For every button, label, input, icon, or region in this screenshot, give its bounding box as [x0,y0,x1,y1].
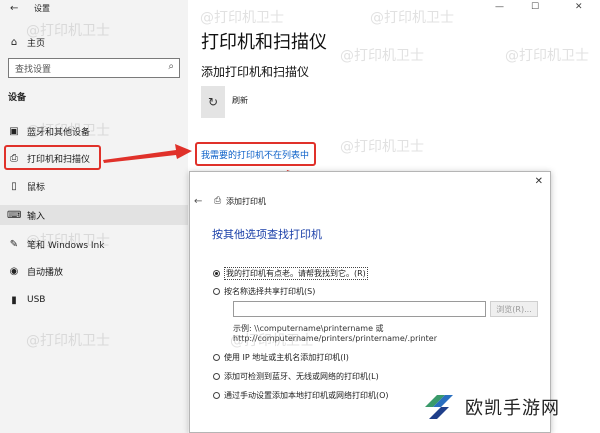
dialog-close-button[interactable]: ✕ [535,176,543,187]
sidebar-item-label: 自动播放 [27,267,64,278]
settings-search-input[interactable]: 查找设置 ⌕ [8,58,180,78]
refresh-label: 刷新 [232,96,248,105]
radio-selected[interactable] [213,270,220,277]
option-manual-local[interactable]: 通过手动设置添加本地打印机或网络打印机(O) [213,390,389,401]
option-wireless-network[interactable]: 添加可检测到蓝牙、无线或网络的打印机(L) [213,371,379,382]
mouse-icon: ▯ [11,180,17,192]
sidebar-item-label: 鼠标 [27,182,46,193]
radio[interactable] [213,354,220,361]
brand-text: 欧凯手游网 [465,398,560,419]
watermark: @打印机卫士 [26,23,110,39]
dialog-back-icon[interactable]: ← [194,196,202,207]
sidebar-item-label: USB [27,295,46,305]
watermark: @打印机卫士 [26,233,110,249]
browse-button[interactable]: 浏览(R)... [490,301,538,317]
window-title: 设置 [34,4,50,13]
back-arrow-icon[interactable]: ← [10,3,18,14]
watermark: @打印机卫士 [340,48,424,64]
page-subtitle: 添加打印机和扫描仪 [201,65,310,79]
watermark: @打印机卫士 [26,123,110,139]
sidebar-item-input[interactable]: ⌨ 输入 [0,205,188,225]
option-ip-address[interactable]: 使用 IP 地址或主机名添加打印机(I) [213,352,349,363]
search-placeholder: 查找设置 [15,65,52,75]
radio[interactable] [213,373,220,380]
radio[interactable] [213,288,220,295]
home-icon: ⌂ [10,36,18,48]
watermark: @打印机卫士 [200,10,284,26]
refresh-icon: ↻ [207,95,219,109]
option-label: 使用 IP 地址或主机名添加打印机(I) [224,353,349,362]
printer-icon: ⎙ [214,196,222,206]
watermark: @打印机卫士 [26,333,110,349]
sidebar-item-usb[interactable]: ▮ USB [0,290,188,310]
dialog-heading: 按其他选项查找打印机 [212,228,322,241]
printer-not-listed-link[interactable]: 我需要的打印机不在列表中 [201,148,309,161]
page-title: 打印机和扫描仪 [201,32,327,53]
watermark: @打印机卫士 [230,333,314,349]
dialog-title: 添加打印机 [226,197,266,206]
sidebar-item-autoplay[interactable]: ◉ 自动播放 [0,261,188,281]
watermark: @打印机卫士 [340,139,424,155]
refresh-button[interactable]: ↻ [201,86,225,118]
close-window-button[interactable]: ✕ [575,2,583,12]
watermark: @打印机卫士 [370,10,454,26]
sidebar-item-label: 输入 [27,211,46,222]
sidebar-item-mouse[interactable]: ▯ 鼠标 [0,176,188,196]
option-old-printer[interactable]: 我的打印机有点老。请帮我找到它。(R) [213,267,368,280]
window-title-bar: ← 设置 [0,0,188,16]
radio[interactable] [213,392,220,399]
section-heading-devices: 设备 [8,93,27,103]
watermark: @打印机卫士 [505,48,589,64]
keyboard-icon: ⌨ [7,209,22,221]
settings-sidebar: ← 设置 ⌂ 主页 查找设置 ⌕ 设备 ▣ 蓝牙和其他设备 ⎙ 打印机和扫描仪 … [0,0,188,433]
maximize-button[interactable]: ☐ [531,2,539,12]
option-shared-by-name[interactable]: 按名称选择共享打印机(S) [213,286,315,297]
option-label: 我的打印机有点老。请帮我找到它。(R) [224,267,368,280]
bluetooth-icon: ▣ [9,125,19,137]
minimize-button[interactable]: — [495,2,504,12]
search-icon[interactable]: ⌕ [168,61,174,72]
option-label: 通过手动设置添加本地打印机或网络打印机(O) [224,391,389,400]
shared-printer-name-input[interactable] [233,301,486,317]
printers-highlight-box [4,145,101,170]
autoplay-icon: ◉ [9,265,19,277]
option-label: 按名称选择共享打印机(S) [224,287,316,296]
brand-logo-icon [425,395,453,419]
pen-icon: ✎ [9,238,19,250]
option-label: 添加可检测到蓝牙、无线或网络的打印机(L) [224,372,379,381]
brand-logo-area: 欧凯手游网 [423,393,560,421]
usb-icon: ▮ [11,294,17,306]
